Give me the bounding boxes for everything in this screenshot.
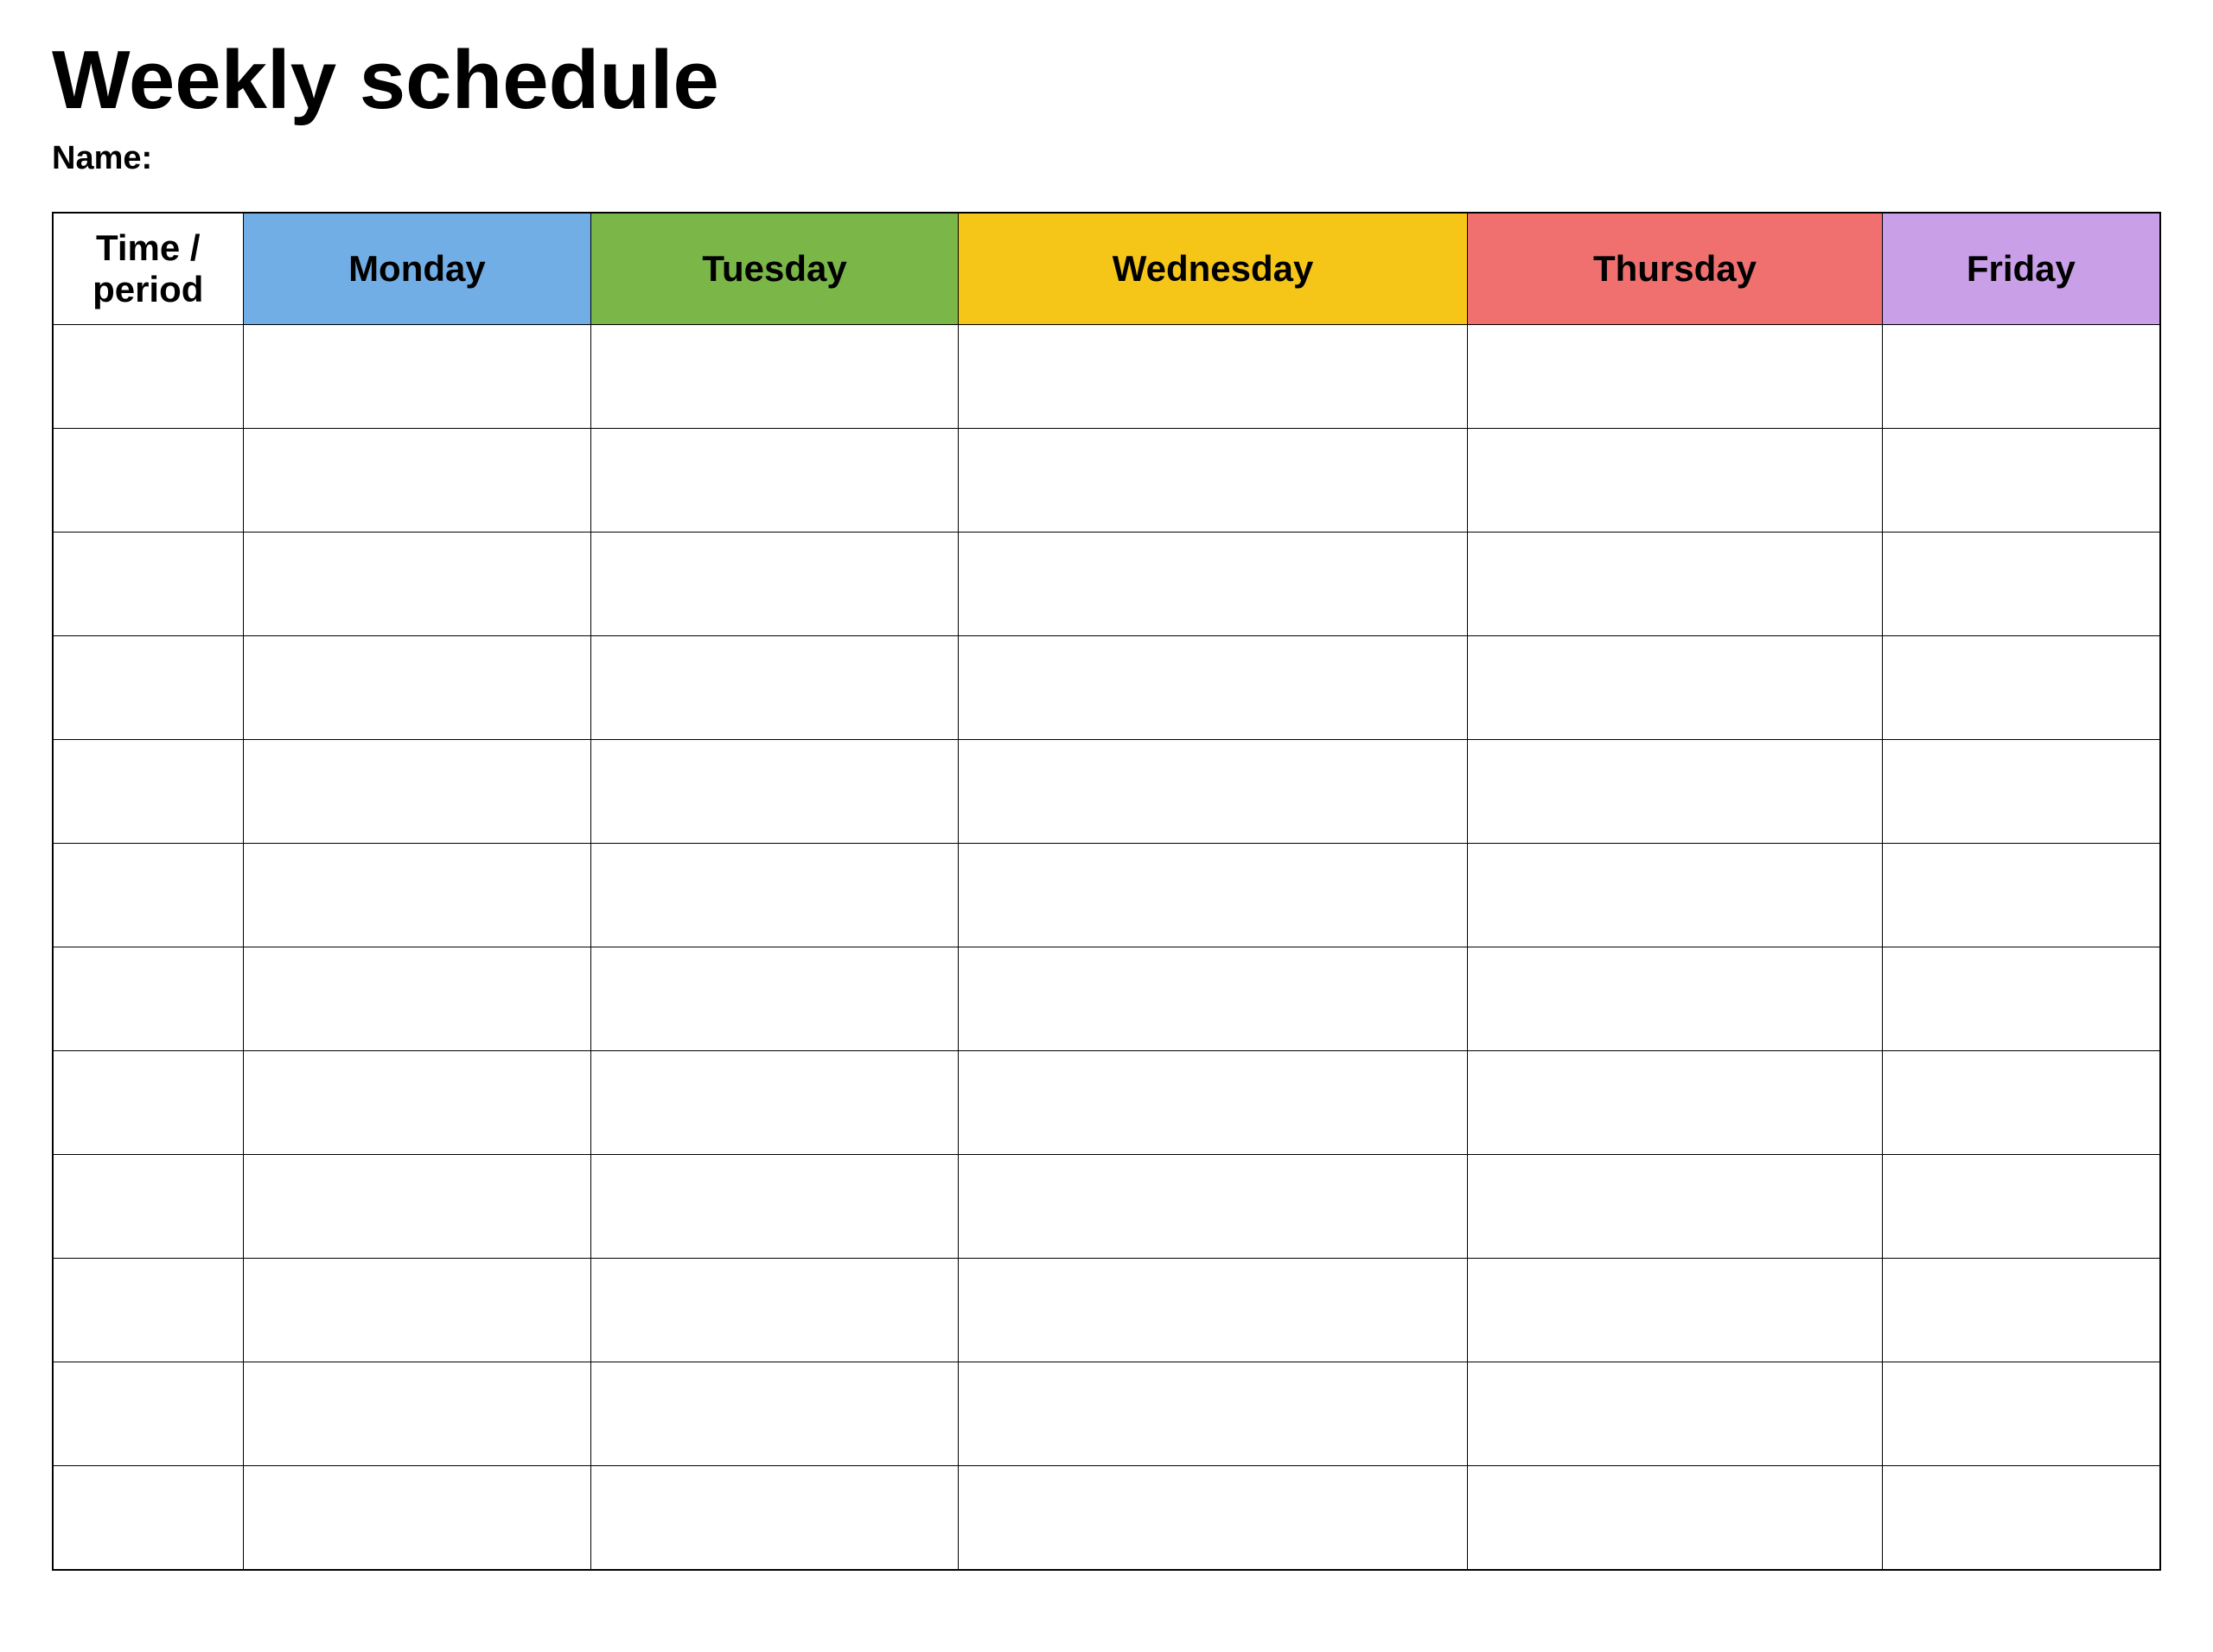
schedule-cell[interactable] <box>1882 636 2160 740</box>
schedule-cell[interactable] <box>1882 1466 2160 1570</box>
schedule-cell[interactable] <box>591 947 959 1051</box>
table-row <box>53 1155 2160 1259</box>
schedule-cell[interactable] <box>958 1362 1467 1466</box>
time-period-cell[interactable] <box>53 1466 243 1570</box>
time-period-cell[interactable] <box>53 947 243 1051</box>
schedule-cell[interactable] <box>591 636 959 740</box>
schedule-cell[interactable] <box>591 844 959 947</box>
time-period-cell[interactable] <box>53 533 243 636</box>
schedule-cell[interactable] <box>1468 740 1882 844</box>
schedule-cell[interactable] <box>958 325 1467 429</box>
schedule-cell[interactable] <box>243 1051 591 1155</box>
schedule-cell[interactable] <box>1882 947 2160 1051</box>
schedule-cell[interactable] <box>591 429 959 533</box>
schedule-cell[interactable] <box>591 740 959 844</box>
schedule-cell[interactable] <box>591 1362 959 1466</box>
schedule-cell[interactable] <box>1882 1155 2160 1259</box>
schedule-cell[interactable] <box>243 1466 591 1570</box>
schedule-cell[interactable] <box>958 947 1467 1051</box>
monday-header: Monday <box>243 213 591 325</box>
schedule-cell[interactable] <box>1468 429 1882 533</box>
schedule-cell[interactable] <box>243 1259 591 1362</box>
time-period-cell[interactable] <box>53 1051 243 1155</box>
time-period-cell[interactable] <box>53 636 243 740</box>
schedule-cell[interactable] <box>1882 844 2160 947</box>
schedule-cell[interactable] <box>243 844 591 947</box>
schedule-cell[interactable] <box>243 325 591 429</box>
schedule-cell[interactable] <box>958 1466 1467 1570</box>
schedule-cell[interactable] <box>1882 429 2160 533</box>
schedule-cell[interactable] <box>1468 533 1882 636</box>
schedule-cell[interactable] <box>591 533 959 636</box>
page-title: Weekly schedule <box>52 35 2161 126</box>
schedule-cell[interactable] <box>591 1155 959 1259</box>
schedule-cell[interactable] <box>1468 1051 1882 1155</box>
schedule-cell[interactable] <box>1468 1466 1882 1570</box>
time-period-cell[interactable] <box>53 325 243 429</box>
schedule-cell[interactable] <box>591 1051 959 1155</box>
schedule-cell[interactable] <box>1882 533 2160 636</box>
table-row <box>53 325 2160 429</box>
time-period-cell[interactable] <box>53 429 243 533</box>
schedule-cell[interactable] <box>1468 844 1882 947</box>
time-period-cell[interactable] <box>53 844 243 947</box>
table-row <box>53 1259 2160 1362</box>
time-period-cell[interactable] <box>53 740 243 844</box>
table-row <box>53 1466 2160 1570</box>
schedule-cell[interactable] <box>1882 1362 2160 1466</box>
schedule-cell[interactable] <box>1468 1155 1882 1259</box>
table-row <box>53 947 2160 1051</box>
schedule-cell[interactable] <box>1468 1362 1882 1466</box>
schedule-cell[interactable] <box>243 947 591 1051</box>
schedule-cell[interactable] <box>958 1259 1467 1362</box>
table-row <box>53 533 2160 636</box>
schedule-cell[interactable] <box>958 740 1467 844</box>
time-period-cell[interactable] <box>53 1259 243 1362</box>
thursday-header: Thursday <box>1468 213 1882 325</box>
weekly-schedule-table: Time / period Monday Tuesday Wednesday T… <box>52 212 2161 1571</box>
schedule-cell[interactable] <box>243 1155 591 1259</box>
schedule-cell[interactable] <box>1468 947 1882 1051</box>
schedule-cell[interactable] <box>243 533 591 636</box>
schedule-cell[interactable] <box>958 1051 1467 1155</box>
schedule-cell[interactable] <box>958 844 1467 947</box>
header-row: Time / period Monday Tuesday Wednesday T… <box>53 213 2160 325</box>
table-row <box>53 1051 2160 1155</box>
table-row <box>53 429 2160 533</box>
schedule-cell[interactable] <box>591 325 959 429</box>
time-period-header: Time / period <box>53 213 243 325</box>
schedule-cell[interactable] <box>1882 1259 2160 1362</box>
wednesday-header: Wednesday <box>958 213 1467 325</box>
schedule-cell[interactable] <box>1882 1051 2160 1155</box>
schedule-cell[interactable] <box>243 429 591 533</box>
table-row <box>53 740 2160 844</box>
tuesday-header: Tuesday <box>591 213 959 325</box>
table-row <box>53 844 2160 947</box>
schedule-cell[interactable] <box>958 429 1467 533</box>
schedule-cell[interactable] <box>1882 740 2160 844</box>
schedule-cell[interactable] <box>1882 325 2160 429</box>
schedule-cell[interactable] <box>1468 636 1882 740</box>
name-label: Name: <box>52 140 2161 177</box>
friday-header: Friday <box>1882 213 2160 325</box>
schedule-cell[interactable] <box>958 533 1467 636</box>
table-row <box>53 1362 2160 1466</box>
time-period-cell[interactable] <box>53 1155 243 1259</box>
schedule-cell[interactable] <box>243 1362 591 1466</box>
schedule-cell[interactable] <box>958 1155 1467 1259</box>
time-period-cell[interactable] <box>53 1362 243 1466</box>
schedule-cell[interactable] <box>243 636 591 740</box>
schedule-cell[interactable] <box>243 740 591 844</box>
schedule-cell[interactable] <box>1468 325 1882 429</box>
schedule-cell[interactable] <box>591 1466 959 1570</box>
schedule-cell[interactable] <box>591 1259 959 1362</box>
schedule-cell[interactable] <box>1468 1259 1882 1362</box>
table-row <box>53 636 2160 740</box>
schedule-cell[interactable] <box>958 636 1467 740</box>
